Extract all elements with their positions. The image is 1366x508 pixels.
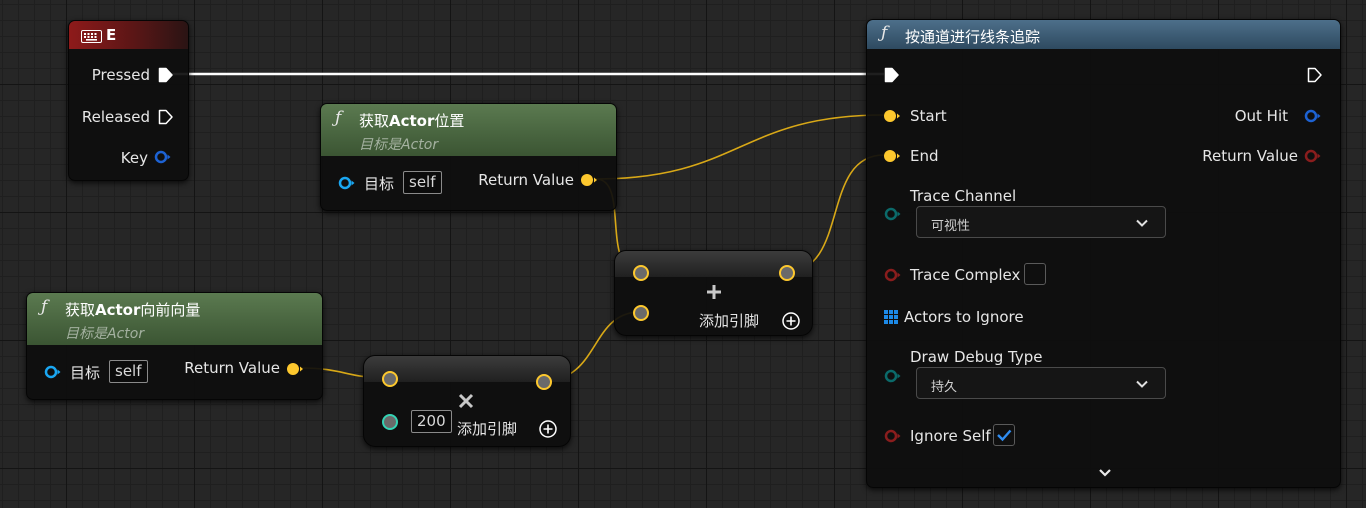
- line-trace-title: 按通道进行线条追踪: [905, 28, 1041, 46]
- return-value-vector-pin[interactable]: [579, 173, 597, 187]
- trace-channel-dropdown[interactable]: 可视性: [916, 206, 1166, 238]
- out-hit-struct-pin[interactable]: [1304, 109, 1321, 123]
- title-post: 向前向量: [140, 301, 201, 319]
- draw-debug-type-byte-pin[interactable]: [884, 369, 901, 383]
- target-self-value[interactable]: self: [403, 171, 442, 194]
- draw-debug-type-dropdown[interactable]: 持久: [916, 367, 1166, 399]
- checkmark-icon: [997, 429, 1012, 442]
- key-struct-pin[interactable]: [154, 150, 171, 164]
- add-pin-label: 添加引脚: [457, 420, 518, 438]
- function-icon: ƒ: [881, 23, 888, 43]
- draw-debug-type-value: 持久: [931, 380, 958, 395]
- key-label: Key: [120, 149, 148, 167]
- key-event-node[interactable]: E Pressed Released Key: [68, 20, 189, 181]
- target-self-value[interactable]: self: [109, 360, 148, 383]
- get-forward-vector-subtitle: 目标是Actor: [65, 323, 144, 343]
- plus-icon: [706, 284, 722, 304]
- return-value-label: Return Value: [1202, 147, 1298, 165]
- subtitle-pre: 目标是: [65, 326, 107, 342]
- trace-complex-bool-pin[interactable]: [884, 268, 901, 282]
- get-actor-location-title: 获取Actor位置: [359, 110, 464, 131]
- expand-chevron-icon[interactable]: [1098, 465, 1112, 484]
- exec-out-pin[interactable]: [1307, 67, 1322, 83]
- multiply-node[interactable]: 200 添加引脚: [363, 355, 571, 447]
- trace-complex-checkbox[interactable]: [1024, 263, 1046, 285]
- return-value-vector-pin[interactable]: [285, 362, 303, 376]
- out-hit-label: Out Hit: [1234, 107, 1288, 125]
- output-vector-pin[interactable]: [535, 373, 553, 391]
- function-icon: ƒ: [335, 108, 342, 128]
- released-exec-pin[interactable]: [158, 109, 173, 125]
- subtitle-italic: Actor: [401, 137, 439, 153]
- return-value-label: Return Value: [478, 171, 574, 189]
- output-vector-pin[interactable]: [778, 264, 796, 282]
- chevron-down-icon: [1135, 215, 1149, 234]
- ignore-self-checkbox[interactable]: [993, 424, 1015, 446]
- start-vector-pin[interactable]: [882, 109, 900, 123]
- array-grid-icon[interactable]: [883, 309, 899, 329]
- trace-channel-label: Trace Channel: [910, 187, 1017, 205]
- end-vector-pin[interactable]: [882, 149, 900, 163]
- line-trace-by-channel-node[interactable]: ƒ 按通道进行线条追踪 Start Out Hit End Return Val…: [866, 19, 1341, 488]
- function-icon: ƒ: [41, 297, 48, 317]
- title-bold: Actor: [389, 112, 435, 130]
- input-b-float-pin[interactable]: [381, 413, 399, 431]
- title-pre: 获取: [359, 112, 390, 130]
- pressed-exec-pin[interactable]: [158, 67, 173, 83]
- subtitle-italic: Actor: [107, 326, 145, 342]
- target-object-pin[interactable]: [338, 176, 355, 190]
- input-a-vector-pin[interactable]: [632, 264, 650, 282]
- pressed-label: Pressed: [91, 66, 150, 84]
- target-label: 目标: [70, 364, 101, 382]
- add-pin-plus-icon[interactable]: [538, 419, 558, 443]
- get-forward-vector-title: 获取Actor向前向量: [65, 299, 200, 320]
- add-pin-plus-icon[interactable]: [781, 311, 801, 335]
- title-bold: Actor: [95, 301, 141, 319]
- trace-channel-byte-pin[interactable]: [884, 207, 901, 221]
- released-label: Released: [81, 108, 150, 126]
- add-node[interactable]: 添加引脚: [614, 250, 813, 336]
- draw-debug-type-label: Draw Debug Type: [910, 348, 1043, 366]
- start-label: Start: [910, 107, 947, 125]
- ignore-self-label: Ignore Self: [910, 427, 991, 445]
- title-post: 位置: [434, 112, 465, 130]
- target-object-pin[interactable]: [44, 365, 61, 379]
- exec-in-pin[interactable]: [884, 67, 899, 83]
- trace-complex-label: Trace Complex: [910, 266, 1021, 284]
- input-b-value[interactable]: 200: [411, 410, 452, 433]
- ignore-self-bool-pin[interactable]: [884, 429, 901, 443]
- get-actor-forward-vector-node[interactable]: ƒ 获取Actor向前向量 目标是Actor 目标 self Return Va…: [26, 292, 323, 400]
- actors-to-ignore-label: Actors to Ignore: [904, 308, 1024, 326]
- get-actor-location-node[interactable]: ƒ 获取Actor位置 目标是Actor 目标 self Return Valu…: [320, 103, 617, 211]
- add-pin-label: 添加引脚: [699, 312, 760, 330]
- get-actor-location-subtitle: 目标是Actor: [359, 134, 438, 154]
- target-label: 目标: [364, 175, 395, 193]
- trace-channel-value: 可视性: [931, 219, 971, 234]
- key-event-title: E: [106, 26, 117, 44]
- subtitle-pre: 目标是: [359, 137, 401, 153]
- return-value-label: Return Value: [184, 359, 280, 377]
- multiply-icon: [458, 393, 474, 413]
- chevron-down-icon: [1135, 376, 1149, 395]
- title-pre: 获取: [65, 301, 96, 319]
- return-value-bool-pin[interactable]: [1304, 149, 1321, 163]
- end-label: End: [910, 147, 939, 165]
- keyboard-icon: [81, 28, 102, 47]
- input-a-vector-pin[interactable]: [381, 370, 399, 388]
- input-b-vector-pin[interactable]: [632, 304, 650, 322]
- vector-wire-location-to-start: [595, 114, 885, 180]
